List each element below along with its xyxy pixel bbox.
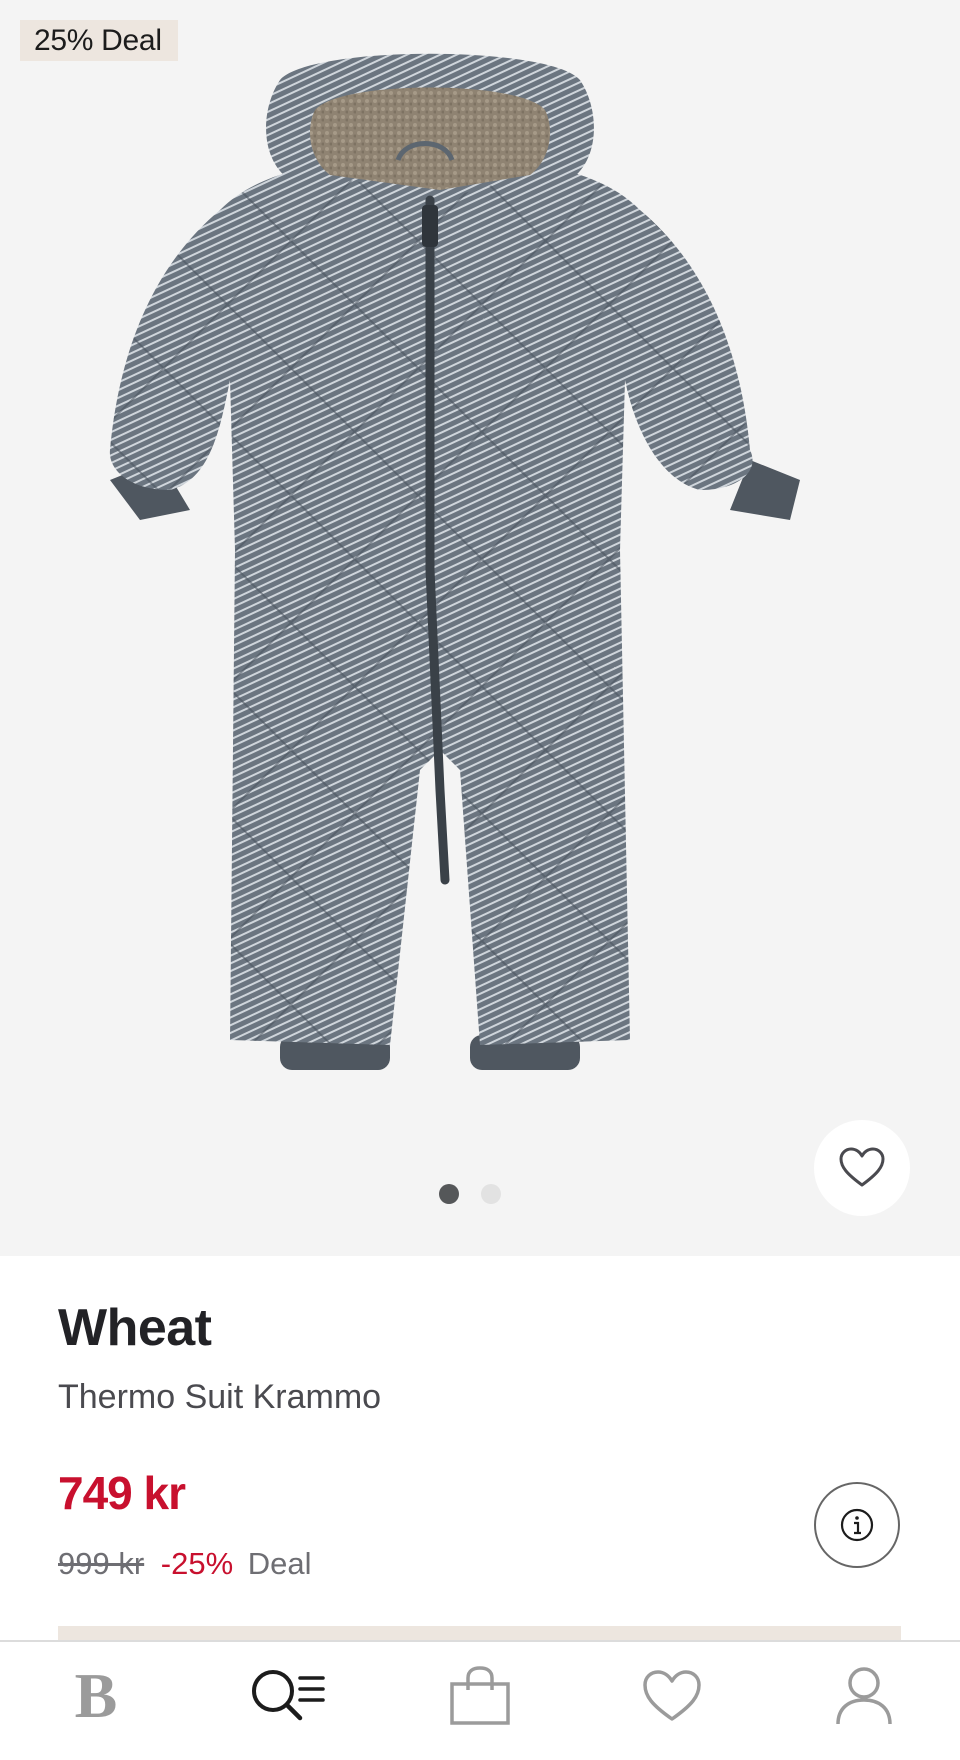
product-info: Wheat Thermo Suit Krammo 749 kr 999 kr -… [0,1256,960,1640]
product-image[interactable] [100,50,860,1210]
price-info-button[interactable] [814,1482,900,1568]
tab-search[interactable] [192,1642,384,1760]
bottom-tab-bar: B [0,1640,960,1760]
search-list-icon [252,1670,325,1721]
brand-name[interactable]: Wheat [58,1298,212,1358]
deal-label: Deal [247,1546,312,1581]
user-icon [836,1667,892,1725]
current-price: 749 kr [58,1467,186,1519]
shopping-bag-icon [450,1666,510,1725]
add-to-cart-button[interactable] [58,1626,901,1640]
discount-percent: -25% [160,1546,234,1581]
heart-icon [643,1670,701,1721]
old-price: 999 kr [58,1546,145,1581]
product-image-gallery[interactable]: 25% Deal [0,0,960,1256]
pagination-dot[interactable] [481,1184,501,1204]
tab-cart[interactable] [384,1642,576,1760]
tab-home[interactable]: B [0,1642,192,1760]
product-name: Thermo Suit Krammo [58,1378,382,1416]
brand-logo-icon: B [74,1660,118,1731]
price-details: 999 kr -25% Deal [58,1546,312,1582]
tab-account[interactable] [768,1642,960,1760]
image-pagination [0,1184,960,1204]
pagination-dot-active[interactable] [439,1184,459,1204]
tab-favorites[interactable] [576,1642,768,1760]
info-icon [840,1508,874,1542]
heart-icon [839,1147,885,1187]
